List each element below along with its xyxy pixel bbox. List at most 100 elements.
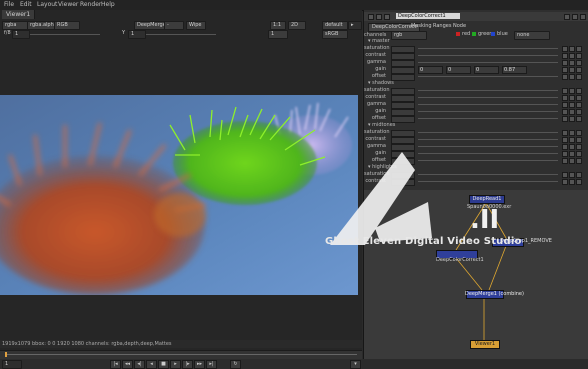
param-option-button[interactable] xyxy=(562,116,568,122)
param-option-button[interactable] xyxy=(569,130,575,136)
loop-button[interactable]: ↻ xyxy=(230,360,241,369)
master-contrast-slider[interactable] xyxy=(418,55,558,56)
menu-layout[interactable]: Layout xyxy=(37,1,57,9)
tab-node[interactable]: Node xyxy=(450,23,469,30)
master-gamma-field[interactable] xyxy=(391,60,415,67)
param-option-button[interactable] xyxy=(562,67,568,73)
param-option-button[interactable] xyxy=(569,144,575,150)
master-offset-slider[interactable] xyxy=(418,76,558,77)
prev-frame-button[interactable]: ◂| xyxy=(134,360,145,369)
master-contrast-field[interactable] xyxy=(391,53,415,60)
proxy-dropdown[interactable]: 2D xyxy=(288,21,306,30)
param-option-button[interactable] xyxy=(562,172,568,178)
playback-settings-icon[interactable]: ▾ xyxy=(350,360,361,369)
master-gamma-slider[interactable] xyxy=(418,62,558,63)
param-option-button[interactable] xyxy=(562,95,568,101)
zoom-dropdown[interactable]: 1:1 xyxy=(270,21,286,30)
node-name-field[interactable]: DeepColorCorrect1 xyxy=(396,13,460,19)
param-option-button[interactable] xyxy=(576,130,582,136)
master-saturation-field[interactable] xyxy=(391,46,415,53)
param-option-button[interactable] xyxy=(569,53,575,59)
input-b-dropdown[interactable]: - xyxy=(164,21,184,30)
param-option-button[interactable] xyxy=(576,46,582,52)
master-offset-field[interactable] xyxy=(391,74,415,81)
green-checkbox[interactable] xyxy=(472,32,476,36)
param-option-button[interactable] xyxy=(562,74,568,80)
param-option-button[interactable] xyxy=(569,46,575,52)
param-option-button[interactable] xyxy=(562,46,568,52)
param-option-button[interactable] xyxy=(576,74,582,80)
param-option-button[interactable] xyxy=(569,102,575,108)
shadows-gain-slider[interactable] xyxy=(418,111,558,112)
menu-file[interactable]: File xyxy=(4,1,14,9)
midtones-gamma-slider[interactable] xyxy=(418,146,558,147)
layer-dropdown[interactable]: rgba.alpha xyxy=(27,21,55,30)
prev-keyframe-button[interactable]: ◂◂ xyxy=(122,360,133,369)
display-colorspace-dropdown[interactable]: sRGB xyxy=(322,30,348,39)
first-frame-button[interactable]: |◂ xyxy=(110,360,121,369)
param-option-button[interactable] xyxy=(562,88,568,94)
master-gain-field[interactable] xyxy=(391,67,415,74)
param-option-button[interactable] xyxy=(569,179,575,185)
param-option-button[interactable] xyxy=(562,53,568,59)
gain-component-field[interactable]: 0 xyxy=(446,66,471,74)
gamma-slider[interactable] xyxy=(146,34,216,35)
param-option-button[interactable] xyxy=(569,95,575,101)
gain-field[interactable]: 1 xyxy=(12,30,30,39)
param-option-button[interactable] xyxy=(569,88,575,94)
blue-checkbox[interactable] xyxy=(491,32,495,36)
menu-help[interactable]: Help xyxy=(101,1,115,9)
close-icon[interactable] xyxy=(368,14,374,20)
viewer-settings-button[interactable]: ▸ xyxy=(348,21,362,30)
param-option-button[interactable] xyxy=(576,88,582,94)
param-option-button[interactable] xyxy=(576,116,582,122)
param-option-button[interactable] xyxy=(569,172,575,178)
menu-edit[interactable]: Edit xyxy=(20,1,32,9)
shadows-offset-slider[interactable] xyxy=(418,118,558,119)
help-icon[interactable] xyxy=(564,14,570,20)
next-keyframe-button[interactable]: ▸▸ xyxy=(194,360,205,369)
float-icon[interactable] xyxy=(384,14,390,20)
frame-field[interactable]: 1 xyxy=(268,30,288,39)
viewer-node[interactable]: Viewer1 xyxy=(470,340,500,349)
param-option-button[interactable] xyxy=(576,109,582,115)
minimize-icon[interactable] xyxy=(376,14,382,20)
play-forward-button[interactable]: ▸ xyxy=(170,360,181,369)
param-option-button[interactable] xyxy=(576,102,582,108)
shadows-saturation-field[interactable] xyxy=(391,88,415,95)
revert-icon[interactable] xyxy=(572,14,578,20)
section-midtones[interactable]: ▾ midtones xyxy=(368,122,395,128)
param-option-button[interactable] xyxy=(562,144,568,150)
param-option-button[interactable] xyxy=(562,179,568,185)
param-option-button[interactable] xyxy=(569,116,575,122)
ab-mode-dropdown[interactable]: Wipe xyxy=(186,21,206,30)
param-option-button[interactable] xyxy=(576,144,582,150)
gain-component-field[interactable]: 0 xyxy=(474,66,499,74)
param-option-button[interactable] xyxy=(569,151,575,157)
frame-number-field[interactable]: 1 xyxy=(2,360,22,369)
gamma-field[interactable]: 1 xyxy=(128,30,146,39)
colorspace-dropdown[interactable]: RGB xyxy=(54,21,80,30)
shadows-contrast-slider[interactable] xyxy=(418,97,558,98)
param-option-button[interactable] xyxy=(576,67,582,73)
gain-slider[interactable] xyxy=(30,34,100,35)
midtones-contrast-field[interactable] xyxy=(391,137,415,144)
param-option-button[interactable] xyxy=(562,137,568,143)
param-option-button[interactable] xyxy=(562,102,568,108)
section-shadows[interactable]: ▾ shadows xyxy=(368,80,394,86)
close-panel-icon[interactable] xyxy=(580,14,586,20)
menu-viewer[interactable]: Viewer xyxy=(58,1,78,9)
param-option-button[interactable] xyxy=(576,53,582,59)
timeline-track[interactable] xyxy=(5,354,357,355)
input-a-dropdown[interactable]: DeepMerge1 xyxy=(134,21,166,30)
play-backward-button[interactable]: ◂ xyxy=(146,360,157,369)
param-option-button[interactable] xyxy=(562,130,568,136)
param-option-button[interactable] xyxy=(569,137,575,143)
shadows-gain-field[interactable] xyxy=(391,109,415,116)
channels-dropdown[interactable]: rgba xyxy=(2,21,28,30)
param-option-button[interactable] xyxy=(576,95,582,101)
midtones-saturation-field[interactable] xyxy=(391,130,415,137)
param-option-button[interactable] xyxy=(569,67,575,73)
midtones-saturation-slider[interactable] xyxy=(418,132,558,133)
tab-viewer[interactable]: Viewer1 xyxy=(2,10,36,19)
